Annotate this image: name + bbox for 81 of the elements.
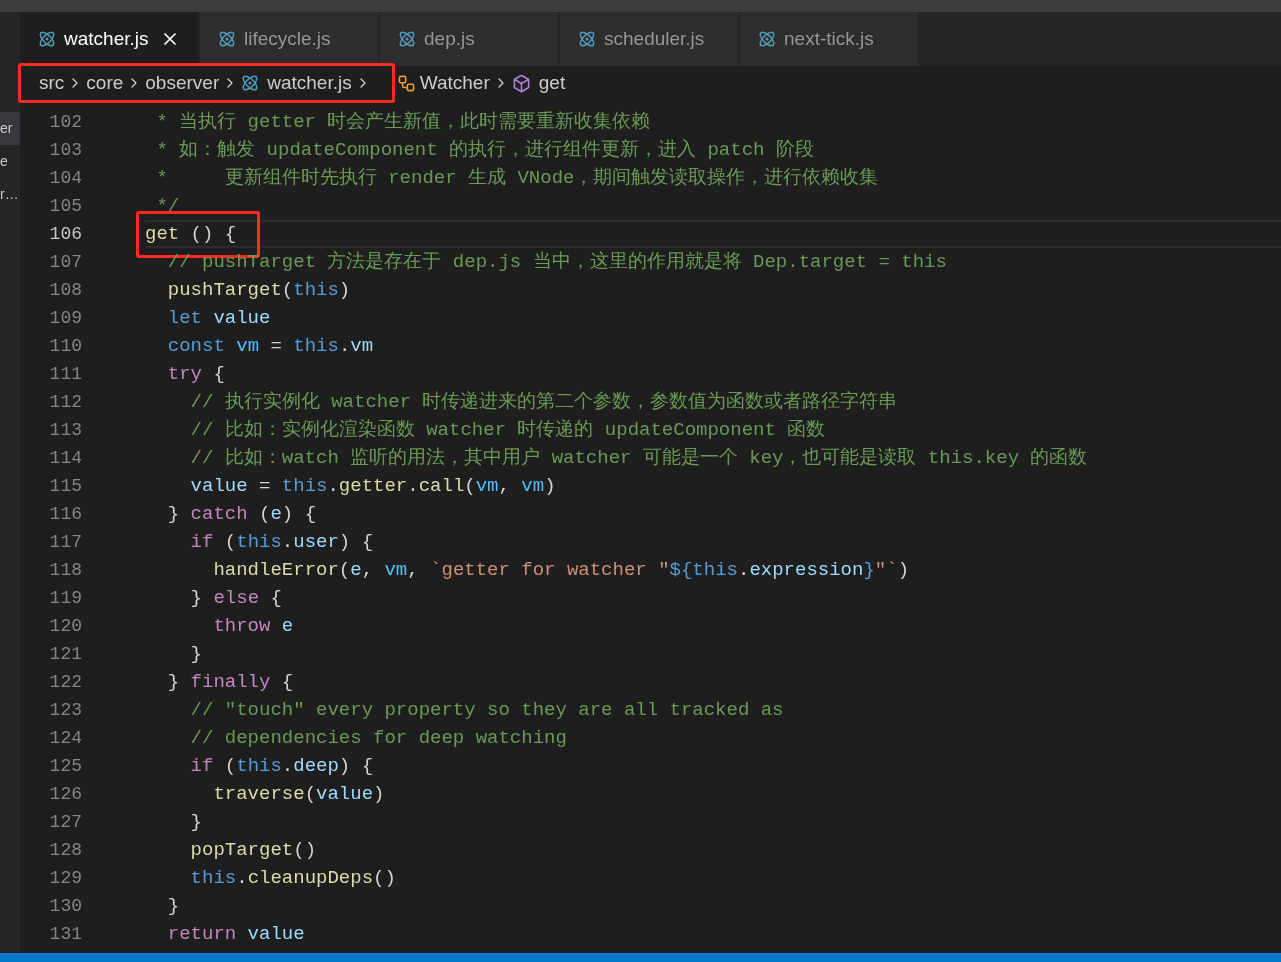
atom-icon <box>241 74 260 92</box>
atom-icon <box>398 30 416 48</box>
line-number: 110 <box>48 334 82 358</box>
sidebar-item[interactable]: r… <box>0 178 20 211</box>
line-number: 117 <box>48 530 82 554</box>
code-line: if (this.user) { <box>189 529 374 555</box>
code-line: * 当执行 getter 时会产生新值，此时需要重新收集依赖 <box>155 109 651 135</box>
code-line: // 比如：实例化渲染函数 watcher 时传递的 updateComponent 函数 <box>189 417 826 443</box>
code-line: } else { <box>189 585 282 611</box>
atom-icon <box>38 30 56 48</box>
line-number: 109 <box>48 306 82 330</box>
code-line: } finally { <box>166 669 294 695</box>
line-number: 103 <box>48 138 82 162</box>
line-number: 104 <box>48 166 82 190</box>
line-number: 111 <box>48 362 82 386</box>
code-line: // 执行实例化 watcher 时传递进来的第二个参数，参数值为函数或者路径字符串 <box>189 389 898 415</box>
code-line: pushTarget(this) <box>166 277 351 303</box>
line-number: 124 <box>48 726 82 750</box>
line-number: 106 <box>48 222 82 246</box>
editor-tab[interactable]: lifecycle.js <box>200 12 378 66</box>
code-line: */ <box>155 193 180 219</box>
line-number: 112 <box>48 390 82 414</box>
code-line: traverse(value) <box>212 781 385 807</box>
breadcrumb-item[interactable]: watcher.js <box>267 68 352 98</box>
code-line: if (this.deep) { <box>189 753 374 779</box>
code-line: let value <box>166 305 271 331</box>
code-line: } <box>189 641 202 667</box>
code-line: return value <box>166 921 305 947</box>
line-number: 130 <box>48 894 82 918</box>
code-line: throw e <box>212 613 294 639</box>
line-number: 114 <box>48 446 82 470</box>
line-number: 127 <box>48 810 82 834</box>
code-line: get () { <box>145 221 237 247</box>
code-line: * 如：触发 updateComponent 的执行，进行组件更新，进入 patch 阶段 <box>155 137 814 163</box>
line-number: 108 <box>48 278 82 302</box>
atom-icon <box>578 30 596 48</box>
code-line: try { <box>166 361 225 387</box>
class-icon <box>396 73 416 93</box>
code-line: handleError(e, vm, `getter for watcher "${this.expression}"`) <box>212 557 910 583</box>
code-line: // "touch" every property so they are all tracked as <box>189 697 784 723</box>
line-number: 118 <box>48 558 82 582</box>
line-number: 115 <box>48 474 82 498</box>
line-number: 128 <box>48 838 82 862</box>
breadcrumb-item[interactable]: Watcher <box>419 68 490 98</box>
editor-tab[interactable]: next-tick.js <box>740 12 918 66</box>
code-line: // 比如：watch 监听的用法，其中用户 watcher 可能是一个 key，也可能是读取 this.key 的函数 <box>189 445 1088 471</box>
code-line: this.cleanupDeps() <box>189 865 396 891</box>
code-line: } <box>166 893 180 919</box>
code-line: // dependencies for deep watching <box>189 725 567 751</box>
editor-tab[interactable]: scheduler.js <box>560 12 738 66</box>
line-number: 123 <box>48 698 82 722</box>
atom-icon <box>758 30 776 48</box>
cube-icon <box>511 73 531 93</box>
line-number: 120 <box>48 614 82 638</box>
code-line: * 更新组件时先执行 render 生成 VNode，期间触发读取操作，进行依赖收集 <box>155 165 879 191</box>
line-number: 107 <box>48 250 82 274</box>
line-number: 121 <box>48 642 82 666</box>
sidebar-item[interactable]: er <box>0 112 20 145</box>
code-line: } <box>189 809 202 835</box>
line-number: 125 <box>48 754 82 778</box>
line-number: 113 <box>48 418 82 442</box>
breadcrumb-item[interactable]: observer <box>145 68 220 98</box>
line-number: 122 <box>48 670 82 694</box>
breadcrumb-item[interactable]: get <box>538 68 566 98</box>
breadcrumb-item[interactable]: core <box>86 68 124 98</box>
line-number: 102 <box>48 110 82 134</box>
code-line: value = this.getter.call(vm, vm) <box>189 473 556 499</box>
code-line: const vm = this.vm <box>166 333 374 359</box>
sidebar-item[interactable]: e <box>0 145 20 178</box>
line-number: 126 <box>48 782 82 806</box>
line-number: 105 <box>48 194 82 218</box>
line-number: 119 <box>48 586 82 610</box>
breadcrumb-item[interactable]: src <box>39 68 65 98</box>
line-number: 131 <box>48 922 82 946</box>
code-line: } catch (e) { <box>166 501 317 527</box>
atom-icon <box>218 30 236 48</box>
line-number: 116 <box>48 502 82 526</box>
editor-tab[interactable]: watcher.js <box>20 12 198 66</box>
editor-tab[interactable]: dep.js <box>380 12 558 66</box>
code-line: popTarget() <box>189 837 317 863</box>
line-number: 129 <box>48 866 82 890</box>
